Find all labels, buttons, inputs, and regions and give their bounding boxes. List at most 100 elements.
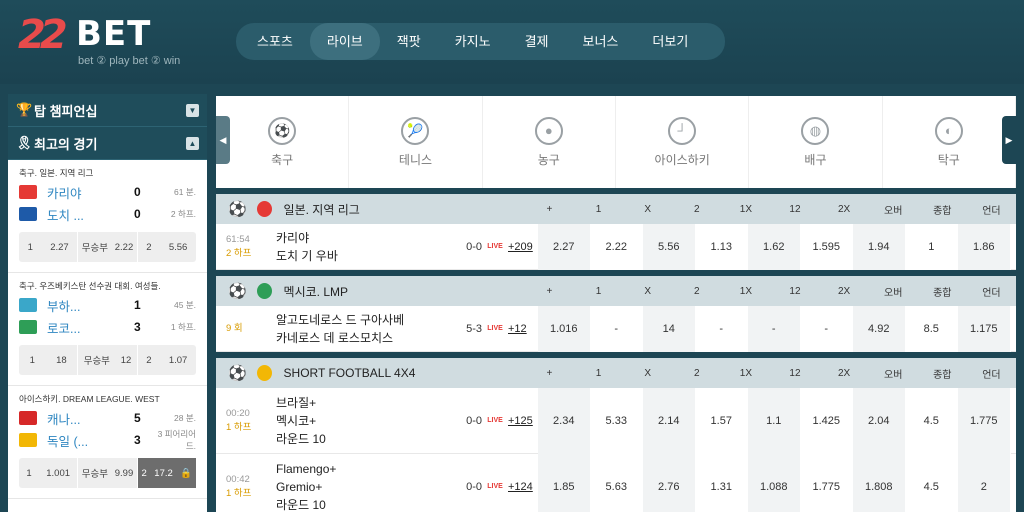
match-teams[interactable]: Flamengo+ Gremio+ 라운드 10: [276, 460, 448, 512]
odds-cell[interactable]: 1: [905, 223, 958, 270]
odds-cell[interactable]: 1.62: [748, 223, 801, 270]
sidebar-match[interactable]: 축구. 일본. 지역 리그 카리야 0 61 분. 도치 ... 0 2 하프. 1 2.27 무…: [8, 160, 207, 273]
odds-cell[interactable]: 1.86: [958, 223, 1011, 270]
odds-cell[interactable]: 2.27: [538, 223, 591, 270]
odds-cell[interactable]: 1.088: [748, 453, 801, 512]
odds-button[interactable]: 1 2.27: [19, 232, 79, 262]
league-header[interactable]: ⚽ SHORT FOOTBALL 4X4 +1 X 2 1X 12 2X 오버 종합 언더: [216, 358, 1016, 388]
more-markets-link[interactable]: +209: [508, 241, 538, 253]
odds-button[interactable]: 2 1.07: [138, 345, 196, 375]
scroll-left-arrow[interactable]: ◀: [216, 116, 230, 164]
more-markets-link[interactable]: +12: [508, 323, 538, 335]
odds-cell[interactable]: 1.13: [695, 223, 748, 270]
match-teams[interactable]: 카리야 도치 기 우바: [276, 229, 448, 265]
odds-cell[interactable]: 2: [958, 453, 1011, 512]
logo[interactable]: 22 BET bet ② play bet ② win: [18, 12, 188, 70]
sport-tab[interactable]: ┘ 아이스하키: [616, 96, 750, 188]
odds-cell[interactable]: 4.5: [905, 387, 958, 454]
odds-cell[interactable]: 1.94: [853, 223, 906, 270]
nav-jackpot[interactable]: 잭팟: [380, 23, 438, 60]
match-time: 45 분.: [174, 300, 196, 310]
sidebar-best-matches[interactable]: 🎗 최고의 경기 ▲: [8, 127, 207, 160]
odds-value: 12: [120, 354, 132, 366]
odds-cell[interactable]: 1.57: [695, 387, 748, 454]
sport-tab[interactable]: 🎾 테니스: [349, 96, 483, 188]
team-name[interactable]: 로코...: [47, 318, 134, 337]
match-row[interactable]: 61:54 2 하프 카리야 도치 기 우바 0-0 LIVE +209 2.27 2.22 5.…: [216, 223, 1016, 270]
odds-cell[interactable]: 1.85: [538, 453, 591, 512]
league-header[interactable]: ⚽ 일본. 지역 리그 +1 X 2 1X 12 2X 오버 종합 언더: [216, 194, 1016, 224]
team-name[interactable]: 도치 ...: [47, 205, 134, 224]
sport-label: 배구: [804, 152, 827, 167]
sport-tab[interactable]: ◐ 탁구: [883, 96, 1016, 188]
odds-button[interactable]: 2 17.2 🔒: [137, 458, 196, 488]
match-teams[interactable]: 브라질+ 멕시코+ 라운드 10: [276, 394, 448, 448]
match-teams[interactable]: 알고도네로스 드 구아사베 카네로스 데 로스모치스: [276, 311, 448, 347]
team-name[interactable]: 부하...: [47, 296, 134, 315]
odds-cell[interactable]: 2.04: [853, 387, 906, 454]
nav-live[interactable]: 라이브: [309, 23, 380, 60]
odds-button[interactable]: 무승부 2.22: [78, 232, 138, 262]
odds-cell[interactable]: 1.016: [538, 305, 591, 352]
odds-button[interactable]: 무승부 12: [78, 345, 138, 375]
odds-cell[interactable]: 4.92: [853, 305, 906, 352]
league-title[interactable]: SHORT FOOTBALL 4X4: [284, 366, 525, 380]
sidebar-match[interactable]: 축구. 우즈베키스탄 선수권 대회. 여성들. 부하... 1 45 분. 로코... 3…: [8, 273, 207, 386]
more-markets-link[interactable]: +124: [508, 481, 538, 493]
odds-cell[interactable]: 2.14: [643, 387, 696, 454]
odds-button[interactable]: 1 1.001: [19, 458, 79, 488]
odds-cell[interactable]: 14: [643, 305, 696, 352]
chevron-up-icon[interactable]: ▲: [186, 136, 199, 150]
odds-cell[interactable]: -: [800, 305, 853, 352]
sidebar-match[interactable]: 아이스하키. DREAM LEAGUE. WEST 캐나... 5 28 분. 독일 (…: [8, 386, 207, 499]
odds-cell[interactable]: 5.33: [590, 387, 643, 454]
sport-tab[interactable]: ◍ 배구: [749, 96, 883, 188]
league-title[interactable]: 멕시코. LMP: [284, 283, 525, 300]
odds-cell[interactable]: 5.56: [643, 223, 696, 270]
league-flag-icon: [256, 201, 272, 217]
odds-cell[interactable]: 1.775: [800, 453, 853, 512]
odds-cell[interactable]: -: [748, 305, 801, 352]
team-name[interactable]: 독일 (...: [47, 431, 134, 450]
odds-cell[interactable]: 1.31: [695, 453, 748, 512]
team-name[interactable]: 캐나...: [47, 409, 134, 428]
sidebar-top-championships[interactable]: 🏆 탑 챔피언십 ▼: [8, 94, 207, 127]
chevron-down-icon[interactable]: ▼: [186, 103, 199, 117]
more-markets-link[interactable]: +125: [508, 415, 538, 427]
league-header[interactable]: ⚽ 멕시코. LMP +1 X 2 1X 12 2X 오버 종합 언더: [216, 276, 1016, 306]
odds-button[interactable]: 무승부 9.99: [78, 458, 138, 488]
match-score: 5-3: [466, 322, 482, 335]
odds-cell[interactable]: 5.63: [590, 453, 643, 512]
nav-casino[interactable]: 카지노: [438, 23, 508, 60]
odds-cell[interactable]: 2.76: [643, 453, 696, 512]
league-title[interactable]: 일본. 지역 리그: [284, 201, 525, 218]
column-header: 1X: [739, 203, 752, 215]
odds-cell[interactable]: 1.595: [800, 223, 853, 270]
match-row[interactable]: 00:20 1 하프 브라질+ 멕시코+ 라운드 10 0-0 LIVE +125 2.34 5.…: [216, 387, 1016, 454]
sport-tab[interactable]: ⚽ 축구: [216, 96, 350, 188]
team-name[interactable]: 카리야: [47, 183, 134, 202]
lock-icon: 🔒: [180, 467, 193, 479]
odds-cell[interactable]: 2.34: [538, 387, 591, 454]
odds-cell[interactable]: 2.22: [590, 223, 643, 270]
match-row[interactable]: 9 회 알고도네로스 드 구아사베 카네로스 데 로스모치스 5-3 LIVE +12 1.…: [216, 305, 1016, 352]
odds-cell[interactable]: 8.5: [905, 305, 958, 352]
odds-cell[interactable]: 1.1: [748, 387, 801, 454]
nav-more[interactable]: 더보기: [635, 23, 705, 60]
odds-button[interactable]: 2 5.56: [138, 232, 196, 262]
sport-tab[interactable]: ● 농구: [483, 96, 616, 188]
odds-cell[interactable]: -: [695, 305, 748, 352]
nav-bonus[interactable]: 보너스: [566, 23, 636, 60]
column-header: 2: [693, 285, 700, 297]
odds-cell[interactable]: 1.775: [958, 387, 1011, 454]
odds-cell[interactable]: 1.425: [800, 387, 853, 454]
scroll-right-arrow[interactable]: ▶: [1002, 116, 1016, 164]
nav-payment[interactable]: 결제: [508, 23, 566, 60]
match-row[interactable]: 00:42 1 하프 Flamengo+ Gremio+ 라운드 10 0-0 LIVE +1…: [216, 453, 1016, 512]
odds-cell[interactable]: -: [590, 305, 643, 352]
odds-cell[interactable]: 4.5: [905, 453, 958, 512]
odds-cell[interactable]: 1.175: [958, 305, 1011, 352]
nav-sports[interactable]: 스포츠: [240, 23, 310, 60]
odds-button[interactable]: 1 18: [19, 345, 79, 375]
odds-cell[interactable]: 1.808: [853, 453, 906, 512]
